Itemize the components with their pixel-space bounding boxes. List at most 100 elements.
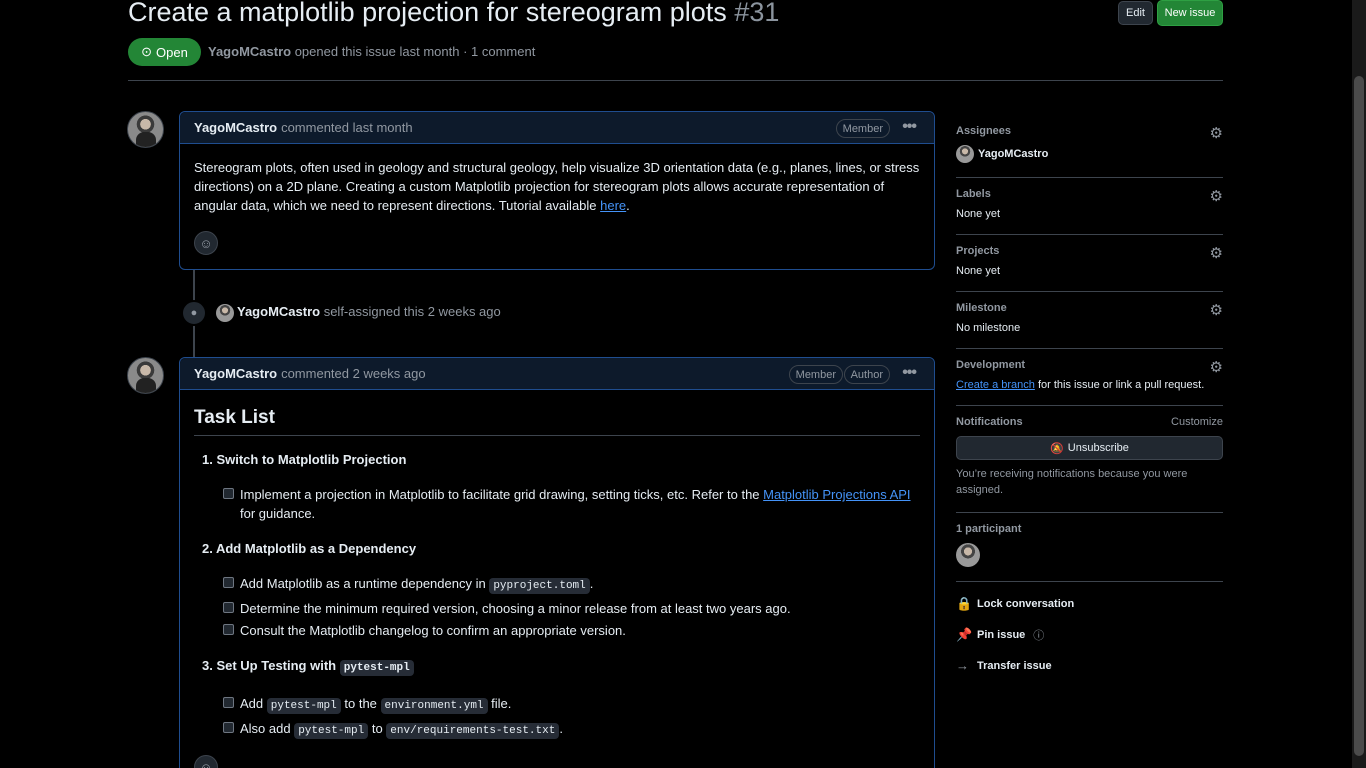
development-title: Development xyxy=(956,359,1026,371)
event-text: self-assigned this 2 weeks ago xyxy=(323,304,501,319)
task-text: for guidance. xyxy=(240,506,316,521)
issue-author-link[interactable]: YagoMCastro xyxy=(208,44,291,59)
participants-title: 1 participant xyxy=(956,523,1022,535)
assignees-section: Assignees ⚙ YagoMCastro xyxy=(956,115,1223,178)
milestone-title: Milestone xyxy=(956,302,1007,314)
section-title: 3. Set Up Testing with pytest-mpl xyxy=(194,656,920,678)
inline-code: pytest-mpl xyxy=(339,660,414,676)
avatar[interactable] xyxy=(127,111,164,148)
issue-page: Create a matplotlib projection for stere… xyxy=(0,0,1366,768)
task-text: file. xyxy=(487,696,512,711)
gear-icon[interactable]: ⚙ xyxy=(1210,244,1223,262)
task-text: Implement a projection in Matplotlib to … xyxy=(240,487,764,502)
inline-code: pytest-mpl xyxy=(266,698,341,714)
projects-title: Projects xyxy=(956,245,1000,257)
task-item: Add Matplotlib as a runtime dependency i… xyxy=(216,574,920,596)
member-badge: Member xyxy=(788,365,843,384)
scrollbar[interactable] xyxy=(1352,0,1366,768)
bell-slash-icon: 🔕 xyxy=(1050,442,1064,455)
task-text: to the xyxy=(340,696,381,711)
task-checkbox[interactable] xyxy=(223,722,234,733)
projections-api-link[interactable]: Matplotlib Projections API xyxy=(763,487,910,502)
gear-icon[interactable]: ⚙ xyxy=(1210,124,1223,142)
status-badge: ⊙ Open xyxy=(128,38,201,66)
task-item: Determine the minimum required version, … xyxy=(216,599,920,618)
comment-2: YagoMCastro commented 2 weeks ago Member… xyxy=(179,357,935,768)
new-issue-button[interactable]: New issue xyxy=(1157,0,1223,26)
avatar[interactable] xyxy=(127,357,164,394)
pin-label: Pin issue xyxy=(977,628,1026,641)
assignee-item[interactable]: YagoMCastro xyxy=(956,145,1223,163)
issue-title: Create a matplotlib projection for stere… xyxy=(128,0,779,34)
comment-author-link[interactable]: YagoMCastro xyxy=(194,120,277,135)
development-section: Development ⚙ Create a branch for this i… xyxy=(956,349,1223,406)
avatar[interactable] xyxy=(956,543,980,567)
unsubscribe-button[interactable]: 🔕 Unsubscribe xyxy=(956,436,1223,460)
assignees-title: Assignees xyxy=(956,125,1012,137)
task-checkbox[interactable] xyxy=(223,488,234,499)
task-checkbox[interactable] xyxy=(223,602,234,613)
header-divider xyxy=(128,80,1223,81)
comment-text-end: . xyxy=(626,198,630,213)
create-branch-link[interactable]: Create a branch xyxy=(956,379,1035,391)
comment-body: Stereogram plots, often used in geology … xyxy=(180,144,934,269)
task-list-heading: Task List xyxy=(194,408,920,436)
inline-code: environment.yml xyxy=(380,698,488,714)
customize-link[interactable]: Customize xyxy=(1171,416,1223,428)
scrollbar-thumb[interactable] xyxy=(1354,76,1364,756)
add-reaction-icon[interactable]: ☺ xyxy=(194,231,218,255)
more-options-icon[interactable]: ••• xyxy=(902,118,917,136)
comment-timestamp[interactable]: commented last month xyxy=(281,120,413,135)
add-reaction-icon[interactable]: ☺ xyxy=(194,755,218,768)
avatar[interactable] xyxy=(216,304,234,322)
labels-title: Labels xyxy=(956,188,991,200)
lock-conversation-button[interactable]: 🔒 Lock conversation xyxy=(956,588,1223,619)
inline-code: env/requirements-test.txt xyxy=(386,723,560,739)
task-item: Add pytest-mpl to the environment.yml fi… xyxy=(216,694,920,716)
comment-header: YagoMCastro commented last month Member … xyxy=(180,112,934,144)
event-author-link[interactable]: YagoMCastro xyxy=(237,304,320,319)
task-text: . xyxy=(559,721,563,736)
participants-section: 1 participant xyxy=(956,513,1223,582)
lock-label: Lock conversation xyxy=(977,597,1075,610)
task-checkbox[interactable] xyxy=(223,697,234,708)
transfer-issue-button[interactable]: → Transfer issue xyxy=(956,650,1223,681)
issue-open-icon: ⊙ xyxy=(141,44,153,59)
task-text: Add xyxy=(240,696,267,711)
task-list: Add Matplotlib as a runtime dependency i… xyxy=(194,574,920,640)
labels-value: None yet xyxy=(956,208,1001,220)
gear-icon[interactable]: ⚙ xyxy=(1210,187,1223,205)
transfer-label: Transfer issue xyxy=(977,659,1052,672)
comment-paragraph: Stereogram plots, often used in geology … xyxy=(194,158,920,215)
comment-author-link[interactable]: YagoMCastro xyxy=(194,366,277,381)
tutorial-link[interactable]: here xyxy=(600,198,626,213)
task-text: Add Matplotlib as a runtime dependency i… xyxy=(240,576,490,591)
gear-icon[interactable]: ⚙ xyxy=(1210,358,1223,376)
member-badge: Member xyxy=(835,119,890,138)
comment-timestamp[interactable]: commented 2 weeks ago xyxy=(281,366,426,381)
edit-button[interactable]: Edit xyxy=(1118,1,1153,25)
pin-issue-button[interactable]: 📌 Pin issue ⓘ xyxy=(956,619,1223,650)
issue-meta-text: opened this issue last month · 1 comment xyxy=(294,44,536,59)
gear-icon[interactable]: ⚙ xyxy=(1210,301,1223,319)
task-text: Consult the Matplotlib changelog to conf… xyxy=(240,623,626,638)
issue-title-text: Create a matplotlib projection for stere… xyxy=(128,0,727,27)
milestone-section: Milestone ⚙ No milestone xyxy=(956,292,1223,349)
task-list: Implement a projection in Matplotlib to … xyxy=(194,485,920,523)
arrow-right-icon: → xyxy=(956,658,969,673)
task-text: to xyxy=(368,721,387,736)
notification-reason: You’re receiving notifications because y… xyxy=(956,468,1188,496)
task-checkbox[interactable] xyxy=(223,624,234,635)
person-icon: ● xyxy=(181,300,207,326)
projects-section: Projects ⚙ None yet xyxy=(956,235,1223,292)
info-icon[interactable]: ⓘ xyxy=(1033,627,1044,643)
more-options-icon[interactable]: ••• xyxy=(902,364,917,382)
issue-number: #31 xyxy=(734,0,780,27)
comment-1: YagoMCastro commented last month Member … xyxy=(179,111,935,270)
section-title: 2. Add Matplotlib as a Dependency xyxy=(202,541,417,556)
section-title-text: 3. Set Up Testing with xyxy=(202,658,340,673)
task-checkbox[interactable] xyxy=(223,577,234,588)
task-text: . xyxy=(589,576,594,591)
assignee-name: YagoMCastro xyxy=(978,148,1049,160)
status-label: Open xyxy=(156,44,188,60)
